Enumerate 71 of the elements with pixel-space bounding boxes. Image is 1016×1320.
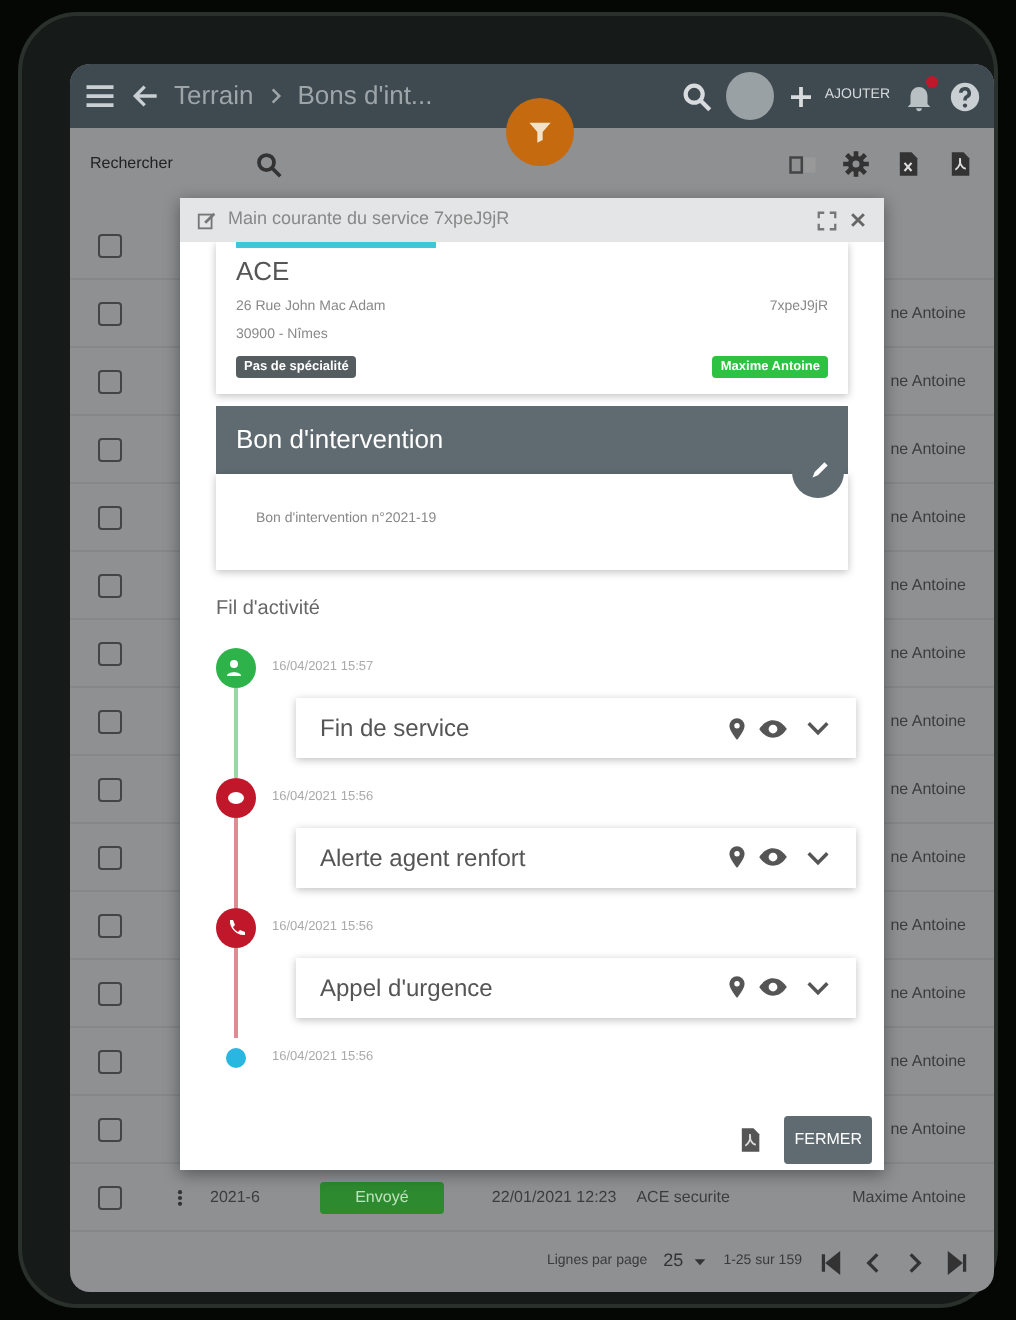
table-cell: ne Antoine xyxy=(890,709,966,733)
chat-icon xyxy=(224,786,248,810)
table-cell: ACE securite xyxy=(636,1185,730,1209)
row-checkbox[interactable] xyxy=(98,573,122,597)
search-icon[interactable] xyxy=(680,79,715,113)
table-cell: ne Antoine xyxy=(890,505,966,529)
location-pin-icon[interactable] xyxy=(724,974,750,1000)
table-cell: ne Antoine xyxy=(890,913,966,937)
row-checkbox[interactable] xyxy=(98,369,122,393)
table-cell: Maxime Antoine xyxy=(852,1185,966,1209)
client-name: ACE xyxy=(236,254,292,290)
rows-per-page-select[interactable]: 25 xyxy=(663,1248,708,1276)
pdf-file-icon[interactable] xyxy=(946,150,974,178)
table-cell: 2021-6 xyxy=(210,1185,260,1209)
row-checkbox[interactable] xyxy=(98,301,122,325)
row-checkbox[interactable] xyxy=(98,437,122,461)
event-card[interactable]: Appel d'urgence xyxy=(296,957,856,1017)
table-cell: ne Antoine xyxy=(890,777,966,801)
feed-title: Fil d'activité xyxy=(216,596,322,625)
table-cell: ne Antoine xyxy=(890,1117,966,1141)
table-cell: ne Antoine xyxy=(890,437,966,461)
row-checkbox[interactable] xyxy=(98,505,122,529)
breadcrumb-item[interactable]: Terrain xyxy=(174,76,254,116)
table-cell: ne Antoine xyxy=(890,369,966,393)
section-header: Bon d'intervention xyxy=(216,406,848,474)
row-checkbox[interactable] xyxy=(98,1185,122,1209)
close-button[interactable]: FERMER xyxy=(784,1116,872,1164)
eye-icon[interactable] xyxy=(758,972,788,1002)
row-checkbox[interactable] xyxy=(98,709,122,733)
search-field[interactable]: Rechercher xyxy=(90,152,230,176)
excel-file-icon[interactable] xyxy=(894,150,922,178)
last-page-icon[interactable] xyxy=(944,1249,970,1275)
event-card[interactable]: Fin de service xyxy=(296,698,856,758)
row-checkbox[interactable] xyxy=(98,1117,122,1141)
filter-button[interactable] xyxy=(506,98,574,166)
table-cell: ne Antoine xyxy=(890,641,966,665)
row-checkbox[interactable] xyxy=(98,981,122,1005)
row-checkbox[interactable] xyxy=(98,777,122,801)
search-icon[interactable] xyxy=(254,149,284,179)
plus-icon xyxy=(786,81,817,111)
row-checkbox[interactable] xyxy=(98,641,122,665)
expand-icon[interactable] xyxy=(816,209,838,231)
event-title: Fin de service xyxy=(320,712,472,746)
event-title: Appel d'urgence xyxy=(320,971,495,1005)
table-cell: ne Antoine xyxy=(890,573,966,597)
table-cell: ne Antoine xyxy=(890,301,966,325)
table-cell: 22/01/2021 12:23 xyxy=(491,1185,617,1209)
table-cell: ne Antoine xyxy=(890,981,966,1005)
back-arrow-icon[interactable] xyxy=(130,80,162,112)
event-card[interactable]: Alerte agent renfort xyxy=(296,827,856,888)
pdf-file-icon[interactable] xyxy=(736,1126,765,1154)
settings-icon[interactable] xyxy=(842,150,870,178)
help-icon[interactable] xyxy=(948,79,982,113)
modal-title: Main courante du service 7xpeJ9jR xyxy=(228,206,512,233)
edit-icon xyxy=(196,209,218,231)
location-pin-icon[interactable] xyxy=(724,844,750,871)
event-title: Alerte agent renfort xyxy=(320,841,528,876)
phone-icon xyxy=(224,915,248,940)
breadcrumb-item[interactable]: Bons d'int... xyxy=(297,76,433,116)
table-cell: ne Antoine xyxy=(890,845,966,869)
row-checkbox[interactable] xyxy=(98,913,122,937)
avatar[interactable] xyxy=(726,72,775,120)
row-checkbox[interactable] xyxy=(98,233,122,257)
first-page-icon[interactable] xyxy=(818,1249,844,1275)
status-badge: Envoyé xyxy=(319,1181,444,1213)
row-checkbox[interactable] xyxy=(98,845,122,869)
location-pin-icon[interactable] xyxy=(724,715,750,741)
close-icon[interactable] xyxy=(848,210,868,230)
table-cell: ne Antoine xyxy=(890,1049,966,1073)
row-checkbox[interactable] xyxy=(98,1049,122,1073)
caret-down-icon xyxy=(691,1254,708,1270)
